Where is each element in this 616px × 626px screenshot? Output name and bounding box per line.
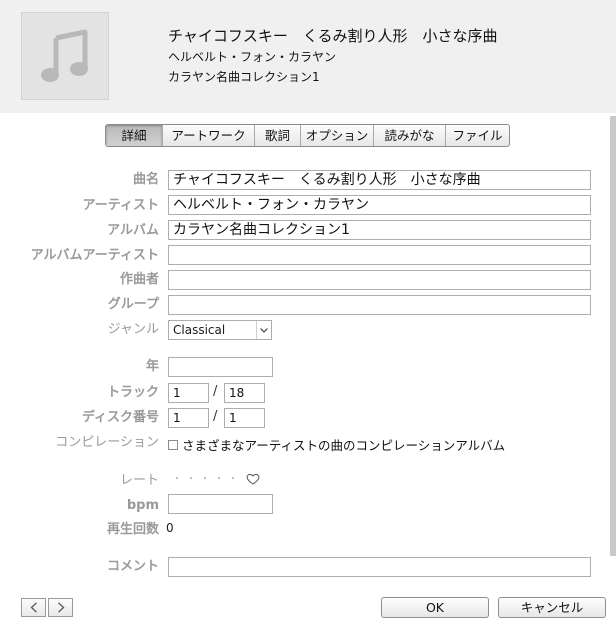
tab-details[interactable]: 詳細 <box>106 125 162 146</box>
comment-label: コメント <box>106 559 159 574</box>
compilation-label: コンピレーション <box>55 435 159 450</box>
grouping-label: グループ <box>107 297 159 312</box>
track-total-input[interactable]: 18 <box>224 383 265 403</box>
artist-label: アーティスト <box>82 198 159 213</box>
play-count-label: 再生回数 <box>106 522 159 537</box>
chevron-down-icon <box>256 321 271 339</box>
year-input[interactable] <box>168 357 273 377</box>
music-note-icon <box>41 29 88 82</box>
play-count-value: 0 <box>166 521 174 535</box>
compilation-checkbox-label: さまざまなアーティストの曲のコンピレーションアルバム <box>182 438 506 453</box>
genre-label: ジャンル <box>107 322 159 337</box>
chevron-right-icon <box>57 602 64 613</box>
compilation-option[interactable]: さまざまなアーティストの曲のコンピレーションアルバム <box>168 435 505 454</box>
track-label: トラック <box>106 385 159 400</box>
composer-input[interactable] <box>168 270 591 290</box>
cancel-button[interactable]: キャンセル <box>498 597 606 618</box>
artist-input[interactable]: ヘルベルト・フォン・カラヤン <box>168 195 591 215</box>
tab-bar: 詳細 アートワーク 歌詞 オプション 読みがな ファイル <box>105 124 510 147</box>
ok-button[interactable]: OK <box>381 597 489 618</box>
tab-sorting[interactable]: 読みがな <box>373 125 445 146</box>
comment-input[interactable] <box>168 557 591 577</box>
disc-separator: / <box>213 409 218 424</box>
song-title: チャイコフスキー くるみ割り人形 小さな序曲 <box>168 27 498 45</box>
album-artist-input[interactable] <box>168 245 591 265</box>
previous-button[interactable] <box>21 598 46 617</box>
header: チャイコフスキー くるみ割り人形 小さな序曲 ヘルベルト・フォン・カラヤン カラ… <box>0 0 616 113</box>
genre-select[interactable]: Classical <box>168 320 272 340</box>
genre-value: Classical <box>173 323 226 337</box>
rating-label: レート <box>119 473 159 488</box>
rating-dot-1[interactable]: · <box>170 472 184 486</box>
bpm-label: bpm <box>126 498 159 513</box>
year-label: 年 <box>145 359 159 374</box>
album-artist-label: アルバムアーティスト <box>30 248 159 263</box>
chevron-left-icon <box>30 602 37 613</box>
artwork[interactable] <box>21 12 109 100</box>
compilation-checkbox[interactable] <box>168 439 178 450</box>
scrollbar[interactable] <box>610 116 616 556</box>
rating-dot-5[interactable]: · <box>226 472 240 486</box>
grouping-input[interactable] <box>168 295 591 315</box>
rating-control[interactable]: · · · · · <box>170 472 260 486</box>
song-artist: ヘルベルト・フォン・カラヤン <box>168 50 337 64</box>
track-number-input[interactable]: 1 <box>168 383 209 403</box>
disc-total-input[interactable]: 1 <box>224 408 265 428</box>
composer-label: 作曲者 <box>119 272 159 287</box>
disc-number-input[interactable]: 1 <box>168 408 209 428</box>
rating-dot-2[interactable]: · <box>184 472 198 486</box>
next-button[interactable] <box>48 598 73 617</box>
tab-artwork[interactable]: アートワーク <box>162 125 254 146</box>
song-name-label: 曲名 <box>132 172 159 187</box>
album-label: アルバム <box>107 223 159 238</box>
song-album: カラヤン名曲コレクション1 <box>168 70 320 84</box>
album-input[interactable]: カラヤン名曲コレクション1 <box>168 220 591 240</box>
rating-dot-4[interactable]: · <box>212 472 226 486</box>
bpm-input[interactable] <box>168 494 273 514</box>
heart-icon[interactable] <box>246 473 260 485</box>
tab-file[interactable]: ファイル <box>445 125 509 146</box>
song-name-input[interactable]: チャイコフスキー くるみ割り人形 小さな序曲 <box>168 170 591 190</box>
track-separator: / <box>213 384 218 399</box>
tab-options[interactable]: オプション <box>300 125 373 146</box>
tab-lyrics[interactable]: 歌詞 <box>254 125 300 146</box>
disc-label: ディスク番号 <box>81 410 159 425</box>
rating-dot-3[interactable]: · <box>198 472 212 486</box>
